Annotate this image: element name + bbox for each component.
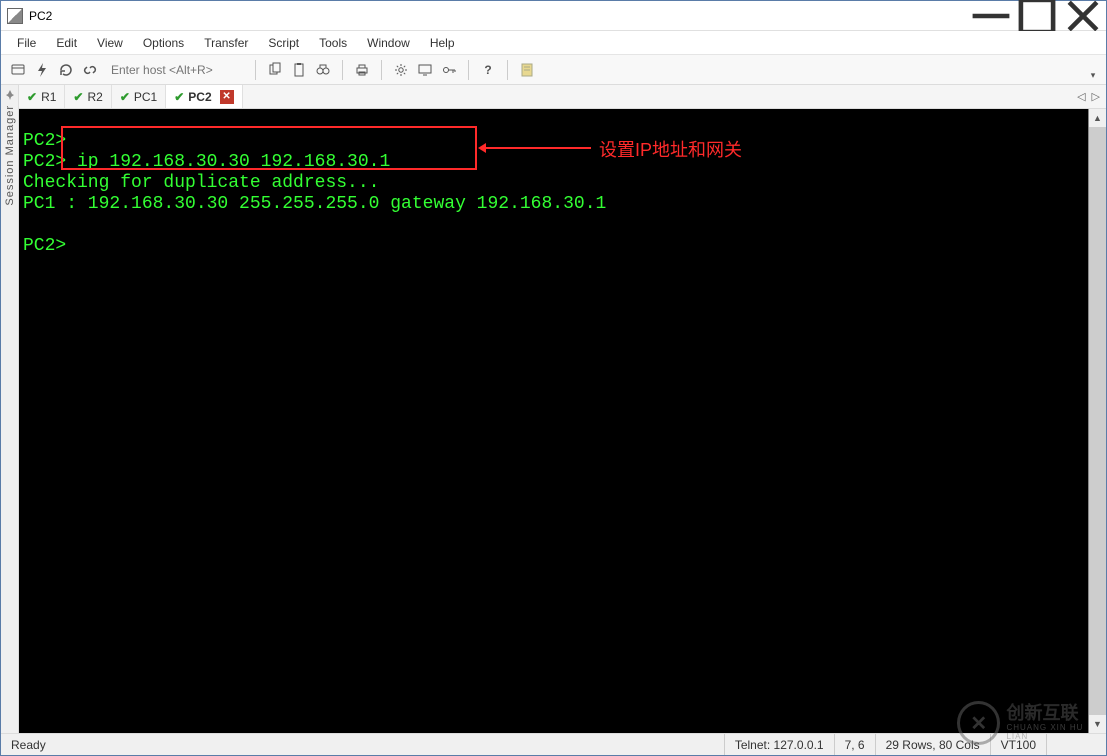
terminal-area: PC2> PC2> ip 192.168.30.30 192.168.30.1 … [19,109,1106,733]
terminal-line: PC2> [23,131,66,151]
session-manager-panel-tab[interactable]: Session Manager [1,85,19,733]
check-icon: ✔ [174,90,184,104]
session-tabs: ✔ R1 ✔ R2 ✔ PC1 ✔ PC2 ✕ ◁ ▷ [19,85,1106,109]
terminal-scrollbar[interactable]: ▲ ▼ [1088,109,1106,733]
scroll-thumb[interactable] [1089,127,1106,715]
tab-label: PC1 [134,90,157,104]
scroll-down-button[interactable]: ▼ [1089,715,1106,733]
window-controls [968,1,1106,30]
tab-label: R2 [87,90,102,104]
tab-label: R1 [41,90,56,104]
tab-nav: ◁ ▷ [1071,85,1106,108]
reconnect-button[interactable] [55,59,77,81]
terminal-line: PC1 : 192.168.30.30 255.255.255.0 gatewa… [23,194,606,214]
close-button[interactable] [1060,1,1106,30]
key-button[interactable] [438,59,460,81]
terminal-line: PC2> ip 192.168.30.30 192.168.30.1 [23,152,390,172]
script-icon [519,62,535,78]
tab-pc2[interactable]: ✔ PC2 ✕ [166,85,242,108]
menu-help[interactable]: Help [420,33,465,53]
menu-transfer[interactable]: Transfer [194,33,258,53]
tab-r2[interactable]: ✔ R2 [65,85,111,108]
toolbar-separator [342,60,343,80]
paste-icon [291,62,307,78]
annotation-arrow [481,147,591,149]
titlebar: PC2 [1,1,1106,31]
help-button[interactable]: ? [477,59,499,81]
print-button[interactable] [351,59,373,81]
menu-tools[interactable]: Tools [309,33,357,53]
check-icon: ✔ [73,90,83,104]
tab-pc1[interactable]: ✔ PC1 [112,85,166,108]
paste-button[interactable] [288,59,310,81]
session-manager-label: Session Manager [4,105,16,206]
status-connection: Telnet: 127.0.0.1 [724,734,834,755]
tab-next-button[interactable]: ▷ [1092,90,1100,103]
reconnect-icon [58,62,74,78]
check-icon: ✔ [27,90,37,104]
session-icon [10,62,26,78]
menu-file[interactable]: File [7,33,46,53]
tab-r1[interactable]: ✔ R1 [19,85,65,108]
key-icon [441,62,457,78]
app-window: PC2 File Edit View Options Transfer Scri… [0,0,1107,756]
disconnect-button[interactable] [79,59,101,81]
menu-options[interactable]: Options [133,33,194,53]
monitor-button[interactable] [414,59,436,81]
terminal[interactable]: PC2> PC2> ip 192.168.30.30 192.168.30.1 … [19,109,1088,733]
toolbar: ? ▾ [1,55,1106,85]
settings-button[interactable] [390,59,412,81]
lightning-icon [34,62,50,78]
help-icon: ? [480,62,496,78]
terminal-line: PC2> [23,236,66,256]
scroll-up-button[interactable]: ▲ [1089,109,1106,127]
copy-button[interactable] [264,59,286,81]
statusbar: Ready Telnet: 127.0.0.1 7, 6 29 Rows, 80… [1,733,1106,755]
status-extra [1046,734,1106,755]
menubar: File Edit View Options Transfer Script T… [1,31,1106,55]
tab-prev-button[interactable]: ◁ [1077,90,1085,103]
app-icon [7,8,23,24]
pin-icon [4,89,16,101]
window-title: PC2 [29,9,52,23]
status-cursor: 7, 6 [834,734,875,755]
status-ready: Ready [1,734,56,755]
menu-edit[interactable]: Edit [46,33,87,53]
host-input[interactable] [107,60,247,80]
status-size: 29 Rows, 80 Cols [875,734,990,755]
copy-icon [267,62,283,78]
maximize-button[interactable] [1014,1,1060,30]
disconnect-icon [82,62,98,78]
toolbar-separator [381,60,382,80]
printer-icon [354,62,370,78]
minimize-button[interactable] [968,1,1014,30]
terminal-line: Checking for duplicate address... [23,173,379,193]
session-manager-button[interactable] [7,59,29,81]
toolbar-separator [255,60,256,80]
tab-label: PC2 [188,90,211,104]
binoculars-icon [315,62,331,78]
menu-script[interactable]: Script [258,33,309,53]
toolbar-overflow[interactable]: ▾ [1086,59,1100,81]
monitor-icon [417,62,433,78]
find-button[interactable] [312,59,334,81]
menu-view[interactable]: View [87,33,133,53]
gear-icon [393,62,409,78]
status-termtype: VT100 [990,734,1046,755]
check-icon: ✔ [120,90,130,104]
menu-window[interactable]: Window [357,33,420,53]
quick-connect-button[interactable] [31,59,53,81]
annotation-text: 设置IP地址和网关 [599,136,742,162]
svg-text:?: ? [484,63,491,77]
scroll-track[interactable] [1089,127,1106,715]
toolbar-separator [468,60,469,80]
tab-close-button[interactable]: ✕ [220,90,234,104]
script-button[interactable] [516,59,538,81]
toolbar-separator [507,60,508,80]
